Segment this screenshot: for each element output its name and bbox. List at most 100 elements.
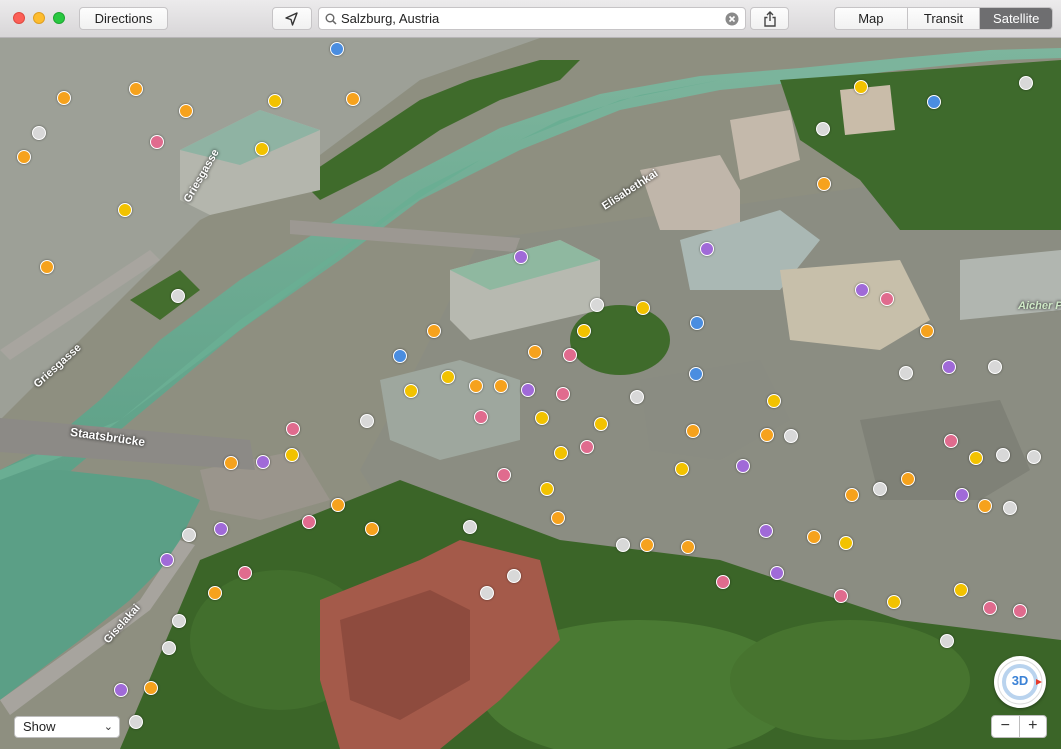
transit-poi-icon[interactable]: [689, 367, 703, 381]
hotel-poi-icon[interactable]: [441, 370, 455, 384]
museum-poi-icon[interactable]: [330, 42, 344, 56]
hotel-poi-icon[interactable]: [404, 384, 418, 398]
restaurant-poi-icon[interactable]: [845, 488, 859, 502]
landmark-poi-icon[interactable]: [899, 366, 913, 380]
hotel-poi-icon[interactable]: [942, 360, 956, 374]
restaurant-poi-icon[interactable]: [494, 379, 508, 393]
share-button[interactable]: [750, 7, 789, 30]
restaurant-poi-icon[interactable]: [901, 472, 915, 486]
cafe-poi-icon[interactable]: [179, 104, 193, 118]
hotel-poi-icon[interactable]: [285, 448, 299, 462]
minimize-window-button[interactable]: [33, 12, 45, 24]
hotel-poi-icon[interactable]: [770, 566, 784, 580]
restaurant-poi-icon[interactable]: [469, 379, 483, 393]
cafe-poi-icon[interactable]: [640, 538, 654, 552]
hotel-poi-icon[interactable]: [268, 94, 282, 108]
cafe-poi-icon[interactable]: [427, 324, 441, 338]
cafe-poi-icon[interactable]: [224, 456, 238, 470]
hotel-poi-icon[interactable]: [256, 455, 270, 469]
landmark-poi-icon[interactable]: [940, 634, 954, 648]
bar-poi-icon[interactable]: [497, 468, 511, 482]
landmark-poi-icon[interactable]: [784, 429, 798, 443]
hotel-poi-icon[interactable]: [540, 482, 554, 496]
hotel-poi-icon[interactable]: [969, 451, 983, 465]
hotel-poi-icon[interactable]: [854, 80, 868, 94]
close-window-button[interactable]: [13, 12, 25, 24]
zoom-out-button[interactable]: −: [992, 716, 1020, 737]
bar-poi-icon[interactable]: [834, 589, 848, 603]
bar-poi-icon[interactable]: [944, 434, 958, 448]
bar-poi-icon[interactable]: [286, 422, 300, 436]
bar-poi-icon[interactable]: [150, 135, 164, 149]
cafe-poi-icon[interactable]: [978, 499, 992, 513]
shopping-poi-icon[interactable]: [700, 242, 714, 256]
hotel-poi-icon[interactable]: [767, 394, 781, 408]
landmark-poi-icon[interactable]: [1027, 450, 1041, 464]
bar-poi-icon[interactable]: [580, 440, 594, 454]
bar-poi-icon[interactable]: [521, 383, 535, 397]
hotel-poi-icon[interactable]: [855, 283, 869, 297]
clear-search-icon[interactable]: [725, 12, 739, 26]
cafe-poi-icon[interactable]: [528, 345, 542, 359]
satellite-map-view[interactable]: Griesgasse Griesgasse Elisabethkai Staat…: [0, 38, 1061, 749]
search-input[interactable]: [341, 10, 721, 27]
cafe-poi-icon[interactable]: [144, 681, 158, 695]
landmark-poi-icon[interactable]: [816, 122, 830, 136]
tab-map[interactable]: Map: [835, 8, 908, 29]
zoom-window-button[interactable]: [53, 12, 65, 24]
bar-poi-icon[interactable]: [214, 522, 228, 536]
cafe-poi-icon[interactable]: [208, 586, 222, 600]
landmark-poi-icon[interactable]: [182, 528, 196, 542]
landmark-poi-icon[interactable]: [630, 390, 644, 404]
hotel-poi-icon[interactable]: [118, 203, 132, 217]
restaurant-poi-icon[interactable]: [57, 91, 71, 105]
compass-3d-control[interactable]: 3D: [994, 656, 1046, 708]
current-location-button[interactable]: [272, 7, 312, 30]
restaurant-poi-icon[interactable]: [129, 82, 143, 96]
landmark-poi-icon[interactable]: [171, 289, 185, 303]
landmark-poi-icon[interactable]: [1003, 501, 1017, 515]
restaurant-poi-icon[interactable]: [331, 498, 345, 512]
bar-poi-icon[interactable]: [302, 515, 316, 529]
cafe-poi-icon[interactable]: [807, 530, 821, 544]
bar-poi-icon[interactable]: [238, 566, 252, 580]
cafe-poi-icon[interactable]: [681, 540, 695, 554]
hotel-poi-icon[interactable]: [554, 446, 568, 460]
cafe-poi-icon[interactable]: [920, 324, 934, 338]
landmark-poi-icon[interactable]: [988, 360, 1002, 374]
cafe-poi-icon[interactable]: [817, 177, 831, 191]
hotel-poi-icon[interactable]: [675, 462, 689, 476]
tab-satellite[interactable]: Satellite: [980, 8, 1052, 29]
hotel-poi-icon[interactable]: [887, 595, 901, 609]
restaurant-poi-icon[interactable]: [17, 150, 31, 164]
restaurant-poi-icon[interactable]: [686, 424, 700, 438]
landmark-poi-icon[interactable]: [463, 520, 477, 534]
bar-poi-icon[interactable]: [955, 488, 969, 502]
hotel-poi-icon[interactable]: [839, 536, 853, 550]
bar-poi-icon[interactable]: [563, 348, 577, 362]
zoom-in-button[interactable]: +: [1020, 716, 1047, 737]
landmark-poi-icon[interactable]: [616, 538, 630, 552]
museum-poi-icon[interactable]: [690, 316, 704, 330]
bar-poi-icon[interactable]: [716, 575, 730, 589]
hotel-poi-icon[interactable]: [160, 553, 174, 567]
landmark-poi-icon[interactable]: [1019, 76, 1033, 90]
hotel-poi-icon[interactable]: [954, 583, 968, 597]
cafe-poi-icon[interactable]: [365, 522, 379, 536]
landmark-poi-icon[interactable]: [32, 126, 46, 140]
landmark-poi-icon[interactable]: [873, 482, 887, 496]
show-dropdown[interactable]: Show ⌄: [14, 716, 120, 738]
restaurant-poi-icon[interactable]: [760, 428, 774, 442]
landmark-poi-icon[interactable]: [507, 569, 521, 583]
bar-poi-icon[interactable]: [556, 387, 570, 401]
bar-poi-icon[interactable]: [1013, 604, 1027, 618]
hotel-poi-icon[interactable]: [535, 411, 549, 425]
bar-poi-icon[interactable]: [759, 524, 773, 538]
hotel-poi-icon[interactable]: [636, 301, 650, 315]
landmark-poi-icon[interactable]: [172, 614, 186, 628]
bank-poi-icon[interactable]: [393, 349, 407, 363]
restaurant-poi-icon[interactable]: [551, 511, 565, 525]
search-field[interactable]: [318, 7, 746, 30]
bar-poi-icon[interactable]: [880, 292, 894, 306]
tab-transit[interactable]: Transit: [908, 8, 981, 29]
